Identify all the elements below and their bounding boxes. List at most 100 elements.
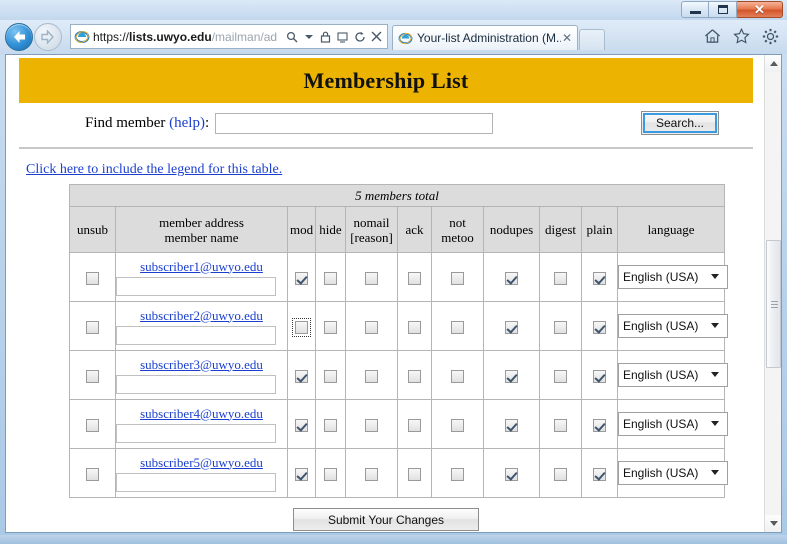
checkbox-ack[interactable] — [408, 271, 421, 285]
back-button[interactable] — [5, 23, 33, 51]
checkbox-mod[interactable] — [295, 467, 308, 481]
checkbox-ack[interactable] — [408, 320, 421, 334]
find-member-input[interactable] — [215, 112, 494, 134]
submit-changes-button[interactable]: Submit Your Changes — [293, 508, 479, 531]
checkbox-nomail[interactable] — [365, 271, 378, 285]
back-arrow-icon — [14, 31, 25, 43]
member-email-link[interactable]: subscriber1@uwyo.edu — [116, 259, 287, 275]
language-select[interactable]: English (USA) — [618, 412, 728, 436]
page-scrollbar-vertical[interactable] — [764, 55, 781, 532]
member-name-input[interactable] — [116, 276, 276, 296]
refresh-icon[interactable] — [352, 28, 367, 46]
checkbox-digest[interactable] — [554, 271, 567, 285]
checkbox-nomail[interactable] — [365, 467, 378, 481]
scrollbar-down-button[interactable] — [765, 515, 781, 532]
scrollbar-grip-icon — [771, 301, 778, 308]
checkbox-plain[interactable] — [593, 271, 606, 285]
language-select[interactable]: English (USA) — [618, 461, 728, 485]
checkbox-mod[interactable] — [295, 271, 308, 285]
member-email-link[interactable]: subscriber5@uwyo.edu — [116, 455, 287, 471]
settings-gear-icon[interactable] — [759, 25, 781, 47]
checkbox-mod[interactable] — [295, 369, 308, 383]
member-email-link[interactable]: subscriber3@uwyo.edu — [116, 357, 287, 373]
checkbox-nomail[interactable] — [365, 320, 378, 334]
checkbox-hide[interactable] — [324, 271, 337, 285]
checkbox-plain[interactable] — [593, 467, 606, 481]
help-link[interactable]: (help) — [169, 115, 205, 131]
cell-hide — [315, 399, 346, 449]
search-button[interactable]: Search... — [641, 111, 719, 135]
find-member-colon: : — [204, 114, 210, 131]
checkbox-nomail[interactable] — [365, 418, 378, 432]
stop-icon[interactable] — [369, 28, 384, 46]
cell-nodupes — [483, 252, 540, 302]
checkbox-digest[interactable] — [554, 467, 567, 481]
member-email-link[interactable]: subscriber2@uwyo.edu — [116, 308, 287, 324]
checkbox-notmetoo[interactable] — [451, 320, 464, 334]
ie-favicon-icon — [74, 29, 90, 45]
checkbox-plain[interactable] — [593, 418, 606, 432]
address-bar[interactable]: https://lists.uwyo.edu/mailman/ad — [70, 24, 388, 49]
checkbox-notmetoo[interactable] — [451, 467, 464, 481]
compatibility-view-icon[interactable] — [335, 28, 350, 46]
checkbox-nodupes[interactable] — [505, 418, 518, 432]
search-icon[interactable] — [284, 28, 299, 46]
checkbox-ack[interactable] — [408, 369, 421, 383]
checkbox-plain[interactable] — [593, 320, 606, 334]
scrollbar-up-button[interactable] — [765, 55, 781, 72]
new-tab-button[interactable] — [579, 29, 605, 50]
close-button[interactable]: ✕ — [737, 1, 783, 18]
tab-your-list-administration[interactable]: Your-list Administration (M... ✕ — [392, 25, 578, 50]
language-select[interactable]: English (USA) — [618, 265, 728, 289]
checkbox-hide[interactable] — [324, 467, 337, 481]
checkbox-hide[interactable] — [324, 369, 337, 383]
minimize-button[interactable] — [681, 1, 709, 18]
checkbox-nodupes[interactable] — [505, 320, 518, 334]
language-select[interactable]: English (USA) — [618, 363, 728, 387]
checkbox-digest[interactable] — [554, 418, 567, 432]
member-name-input[interactable] — [116, 423, 276, 443]
legend-toggle-link[interactable]: Click here to include the legend for thi… — [26, 162, 282, 178]
favorites-star-icon[interactable] — [730, 25, 752, 47]
checkbox-unsub[interactable] — [86, 418, 99, 432]
maximize-button[interactable] — [709, 1, 737, 18]
checkbox-nodupes[interactable] — [505, 369, 518, 383]
checkbox-digest[interactable] — [554, 320, 567, 334]
member-name-input[interactable] — [116, 472, 276, 492]
checkbox-nomail[interactable] — [365, 369, 378, 383]
tab-close-icon[interactable]: ✕ — [561, 31, 573, 45]
member-name-input[interactable] — [116, 325, 276, 345]
home-icon[interactable] — [701, 25, 723, 47]
checkbox-unsub[interactable] — [86, 369, 99, 383]
checkbox-hide[interactable] — [324, 320, 337, 334]
checkbox-hide[interactable] — [324, 418, 337, 432]
checkbox-mod[interactable] — [292, 317, 311, 337]
cell-nomail — [345, 448, 398, 498]
checkbox-mod[interactable] — [295, 418, 308, 432]
forward-button[interactable] — [34, 23, 62, 51]
checkbox-ack[interactable] — [408, 418, 421, 432]
checkbox-nodupes[interactable] — [505, 271, 518, 285]
checkbox-notmetoo[interactable] — [451, 271, 464, 285]
member-email-link[interactable]: subscriber4@uwyo.edu — [116, 406, 287, 422]
column-header-plain-label: plain — [586, 222, 613, 237]
checkbox-unsub[interactable] — [86, 271, 99, 285]
lock-icon[interactable] — [318, 28, 333, 46]
scrollbar-thumb[interactable] — [766, 240, 781, 368]
cell-language: English (USA) — [616, 448, 728, 498]
checkbox-unsub[interactable] — [86, 320, 99, 334]
language-select[interactable]: English (USA) — [618, 314, 728, 338]
checkbox-digest[interactable] — [554, 369, 567, 383]
member-name-input[interactable] — [116, 374, 276, 394]
checkbox-ack[interactable] — [408, 467, 421, 481]
checkbox-notmetoo[interactable] — [451, 418, 464, 432]
cell-unsub — [69, 399, 116, 449]
checkbox-plain[interactable] — [593, 369, 606, 383]
cell-notmetoo — [431, 301, 484, 351]
chevron-down-icon[interactable] — [301, 28, 316, 46]
address-path: /mailman/ad — [211, 29, 278, 44]
cell-nomail — [345, 399, 398, 449]
checkbox-notmetoo[interactable] — [451, 369, 464, 383]
checkbox-unsub[interactable] — [86, 467, 99, 481]
checkbox-nodupes[interactable] — [505, 467, 518, 481]
